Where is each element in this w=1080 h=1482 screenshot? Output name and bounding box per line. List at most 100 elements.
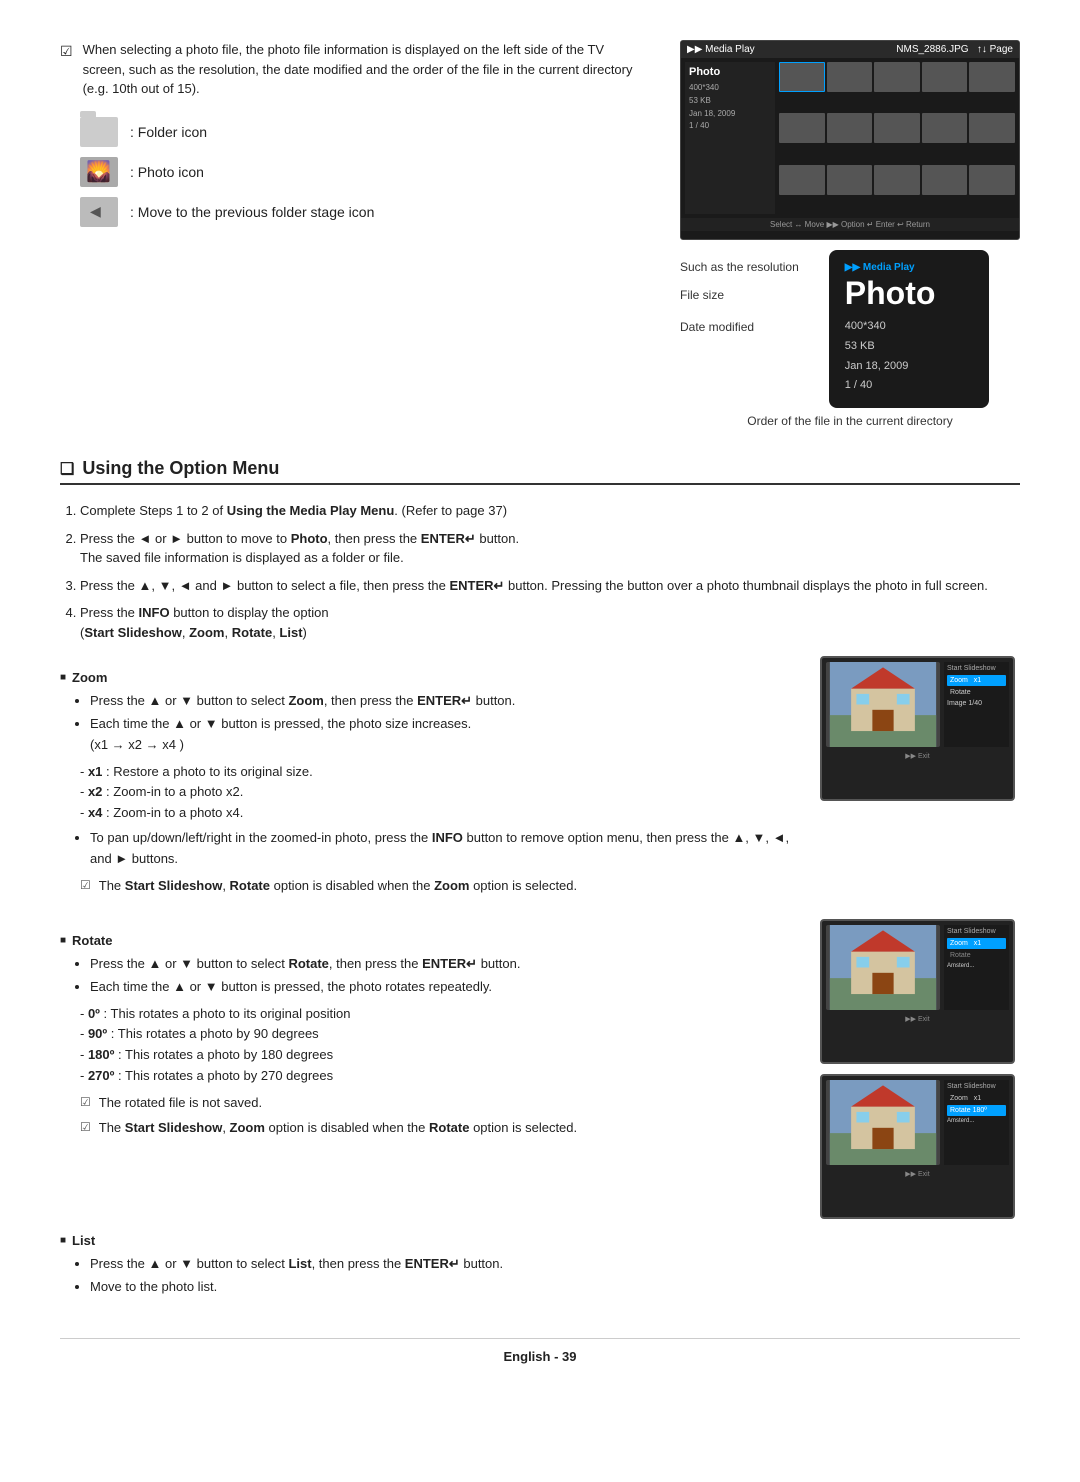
page-wrapper: ☑ When selecting a photo file, the photo… [60,40,1020,1364]
folder-icon-label: : Folder icon [130,124,207,140]
rotate-sub-90: 90º : This rotates a photo by 90 degrees [80,1024,800,1045]
right-content: ▶▶ Media Play NMS_2886.JPG ↑↓ Page Photo… [680,40,1020,428]
photo-resolution: 400*340 [845,320,886,332]
photo-size: 53 KB [845,340,875,352]
folder-icon-row: : Folder icon [80,117,650,147]
media-play-badge: ▶▶ Media Play [845,262,973,273]
folder-icon [80,117,118,147]
mp-thumb [874,165,920,195]
mp-photo-label: Photo [689,66,771,78]
tv-menu-title-3: Start Slideshow [947,1083,1006,1090]
tv-main-1: Start Slideshow Zoom x1 Rotate Image 1/4… [826,662,1009,747]
list-header: List [60,1233,1020,1248]
tv-menu-zoom-3: Zoom x1 [947,1093,1006,1104]
photo-icon [80,157,118,187]
note-sym-3: ☑ [80,1118,91,1138]
rotate-note-text-1: The rotated file is not saved. [99,1093,262,1113]
zoom-section: Zoom Press the ▲ or ▼ button to select Z… [60,670,800,895]
mp-thumb [969,165,1015,195]
mp-thumbnails [779,62,1015,214]
tv-footer-1: ▶▶ Exit [826,750,1009,762]
tv-photo-2 [826,925,940,1010]
info-diagram: Such as the resolution File size Date mo… [680,250,1020,428]
section-title: Using the Option Menu [60,458,1020,485]
zoom-sub-1: x1 : Restore a photo to its original siz… [80,762,800,783]
zoom-bullet-2: Each time the ▲ or ▼ button is pressed, … [90,714,800,756]
rotate-note-text-2: The Start Slideshow, Zoom option is disa… [99,1118,577,1138]
mp-header-left: ▶▶ Media Play [687,44,755,55]
mp-thumb [827,62,873,92]
zoom-screenshot-col: Start Slideshow Zoom x1 Rotate Image 1/4… [820,656,1020,909]
mp-thumb [922,62,968,92]
tv-inner-2: Start Slideshow Zoom x1 Rotate Amsterd..… [822,921,1013,1062]
prev-icon-label: : Move to the previous folder stage icon [130,204,374,220]
tv-menu-2: Start Slideshow Zoom x1 Rotate Amsterd..… [944,925,1009,1010]
tv-inner-1: Start Slideshow Zoom x1 Rotate Image 1/4… [822,658,1013,799]
mp-thumb [779,165,825,195]
steps-list: Complete Steps 1 to 2 of Using the Media… [80,501,1020,642]
zoom-pan-note: To pan up/down/left/right in the zoomed-… [90,828,800,870]
mp-thumb [827,113,873,143]
icon-legend: : Folder icon : Photo icon : Move to the… [80,117,650,227]
tv-footer-2: ▶▶ Exit [826,1013,1009,1025]
rotate-header: Rotate [60,933,800,948]
step-4: Press the INFO button to display the opt… [80,603,1020,642]
media-play-badge-text: ▶▶ Media Play [845,262,915,273]
mp-thumb [874,113,920,143]
mp-info: 400*34053 KBJan 18, 20091 / 40 [689,82,771,133]
mp-thumb [922,165,968,195]
photo-date: Jan 18, 2009 [845,360,909,372]
step-2: Press the ◄ or ► button to move to Photo… [80,529,1020,568]
zoom-sub-bullets: x1 : Restore a photo to its original siz… [80,762,800,824]
zoom-sub-3: x4 : Zoom-in to a photo x4. [80,803,800,824]
zoom-text: Zoom Press the ▲ or ▼ button to select Z… [60,656,800,909]
tv-menu-title-2: Start Slideshow [947,928,1006,935]
rotate-row: Rotate Press the ▲ or ▼ button to select… [60,919,1020,1219]
list-bullet-1: Press the ▲ or ▼ button to select List, … [90,1254,1020,1275]
step-3: Press the ▲, ▼, ◄ and ► button to select… [80,576,1020,596]
mp-thumb [874,62,920,92]
photo-big-title: Photo [845,277,973,309]
mp-thumb [922,113,968,143]
mp-header: ▶▶ Media Play NMS_2886.JPG ↑↓ Page [681,41,1019,58]
top-note-text: When selecting a photo file, the photo f… [83,40,650,99]
mp-left-panel: Photo 400*34053 KBJan 18, 20091 / 40 [685,62,775,214]
note-sym: ☑ [80,876,91,896]
left-content: ☑ When selecting a photo file, the photo… [60,40,650,428]
date-label: Date modified [680,320,799,334]
tv-menu-title-1: Start Slideshow [947,665,1006,672]
tv-menu-1: Start Slideshow Zoom x1 Rotate Image 1/4… [944,662,1009,747]
tv-main-3: Start Slideshow Zoom x1 Rotate 180º Amst… [826,1080,1009,1165]
rotate-bullets: Press the ▲ or ▼ button to select Rotate… [90,954,800,998]
list-section: List Press the ▲ or ▼ button to select L… [60,1233,1020,1298]
photo-info-box: ▶▶ Media Play Photo 400*340 53 KB Jan 18… [829,250,989,408]
zoom-bullet-1: Press the ▲ or ▼ button to select Zoom, … [90,691,800,712]
photo-details: 400*340 53 KB Jan 18, 2009 1 / 40 [845,317,973,396]
house-svg-1 [826,662,940,747]
resolution-label: Such as the resolution [680,260,799,274]
mp-footer: Select ↔ Move ▶▶ Option ↵ Enter ↩ Return [681,218,1019,231]
mp-thumb [969,62,1015,92]
prev-icon-row: : Move to the previous folder stage icon [80,197,650,227]
house-svg-2 [826,925,940,1010]
filesize-label: File size [680,288,799,302]
rotate-sub-180: 180º : This rotates a photo by 180 degre… [80,1045,800,1066]
tv-screenshot-1: Start Slideshow Zoom x1 Rotate Image 1/4… [820,656,1015,801]
tv-image-size-2: Amsterd... [947,963,1006,969]
zoom-bullets: Press the ▲ or ▼ button to select Zoom, … [90,691,800,755]
tv-menu-rotate-3: Rotate 180º [947,1105,1006,1116]
tv-photo-1 [826,662,940,747]
rotate-bullet-1: Press the ▲ or ▼ button to select Rotate… [90,954,800,975]
mp-body: Photo 400*34053 KBJan 18, 20091 / 40 [681,58,1019,218]
tv-menu-rotate: Rotate [947,687,1006,698]
zoom-pan-bullet: To pan up/down/left/right in the zoomed-… [90,828,800,870]
prev-folder-icon [80,197,118,227]
tv-menu-3: Start Slideshow Zoom x1 Rotate 180º Amst… [944,1080,1009,1165]
photo-order: 1 / 40 [845,379,873,391]
top-section: ☑ When selecting a photo file, the photo… [60,40,1020,428]
rotate-sub-bullets: 0º : This rotates a photo to its origina… [80,1004,800,1087]
rotate-note-2: ☑ The Start Slideshow, Zoom option is di… [80,1118,800,1138]
mp-thumb [969,113,1015,143]
zoom-header: Zoom [60,670,800,685]
tv-screenshot-2: Start Slideshow Zoom x1 Rotate Amsterd..… [820,919,1015,1064]
